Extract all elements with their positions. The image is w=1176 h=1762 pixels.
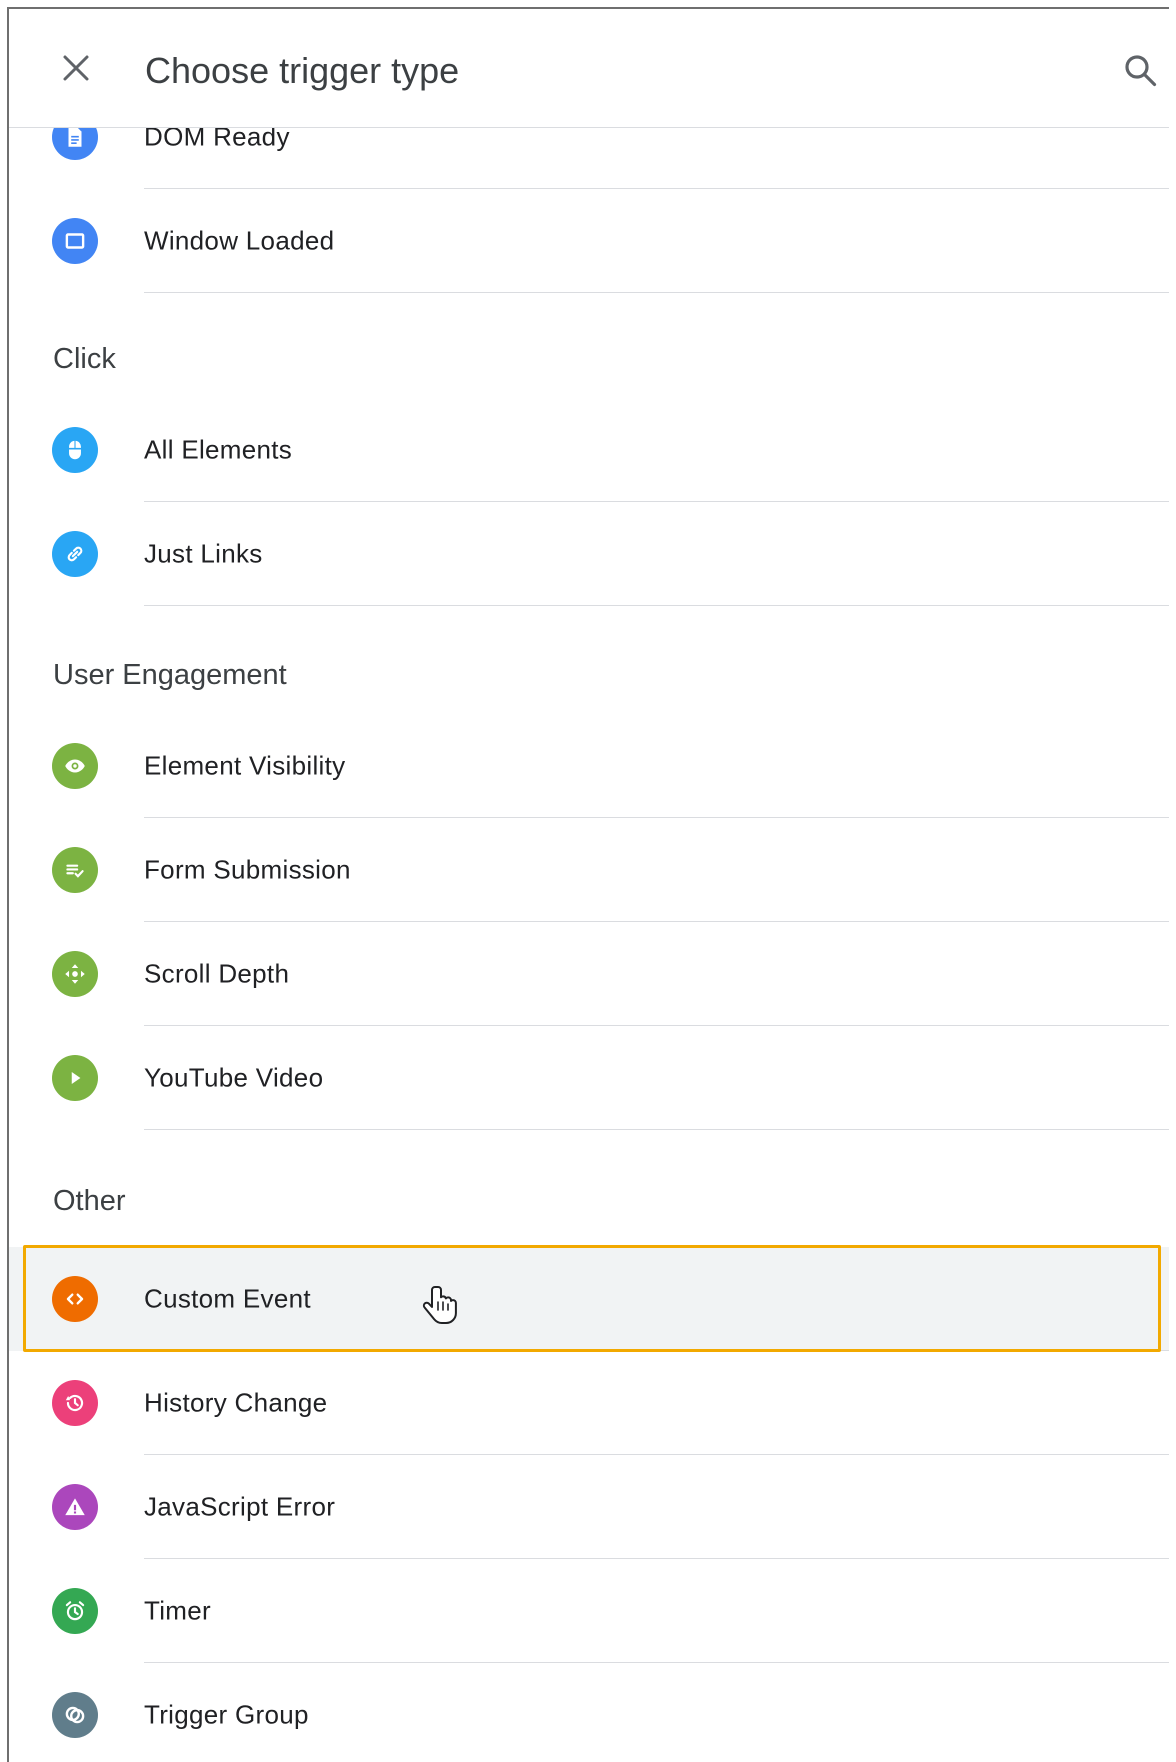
trigger-item-trigger-group[interactable]: Trigger Group [9,1663,1169,1762]
window-icon [52,218,98,264]
divider [144,292,1169,293]
group-circles-icon [52,1692,98,1738]
code-brackets-icon [52,1276,98,1322]
trigger-item-label: Window Loaded [144,225,335,256]
hand-pointer-cursor-icon [422,1286,457,1324]
trigger-item-label: Scroll Depth [144,958,290,989]
search-button[interactable] [1119,49,1163,93]
form-check-icon [52,847,98,893]
play-icon [52,1055,98,1101]
trigger-item-window-loaded[interactable]: Window Loaded [9,189,1169,293]
close-button[interactable] [49,41,103,95]
section-heading-click: Click [53,343,116,375]
trigger-item-history-change[interactable]: History Change [9,1351,1169,1455]
trigger-item-label: YouTube Video [144,1062,324,1093]
link-icon [52,531,98,577]
dialog-header: Choose trigger type [9,9,1169,128]
alarm-clock-icon [52,1588,98,1634]
eye-icon [52,743,98,789]
trigger-item-label: Timer [144,1595,211,1626]
mouse-icon [52,427,98,473]
trigger-item-label: History Change [144,1387,328,1418]
close-icon [63,55,89,81]
page-title: Choose trigger type [145,50,460,91]
move-arrows-icon [52,951,98,997]
trigger-item-element-visibility[interactable]: Element Visibility [9,714,1169,818]
divider [144,1129,1169,1130]
trigger-item-custom-event[interactable]: Custom Event [9,1247,1169,1351]
trigger-item-youtube-video[interactable]: YouTube Video [9,1026,1169,1130]
divider [144,605,1169,606]
search-icon [1125,55,1157,87]
section-heading-other: Other [53,1185,126,1217]
section-heading-user-engagement: User Engagement [53,659,287,691]
trigger-item-timer[interactable]: Timer [9,1559,1169,1663]
trigger-item-label: All Elements [144,434,293,465]
trigger-item-all-elements[interactable]: All Elements [9,398,1169,502]
trigger-item-just-links[interactable]: Just Links [9,502,1169,606]
trigger-item-label: Custom Event [144,1283,311,1314]
trigger-type-panel: DOM Ready Window Loaded Click All Elemen… [7,7,1169,1762]
trigger-item-javascript-error[interactable]: JavaScript Error [9,1455,1169,1559]
trigger-item-form-submission[interactable]: Form Submission [9,818,1169,922]
history-icon [52,1380,98,1426]
trigger-item-label: Just Links [144,538,263,569]
trigger-item-label: Trigger Group [144,1699,309,1730]
warning-icon [52,1484,98,1530]
trigger-item-label: Element Visibility [144,750,346,781]
trigger-item-label: Form Submission [144,854,351,885]
trigger-item-label: JavaScript Error [144,1491,336,1522]
trigger-item-scroll-depth[interactable]: Scroll Depth [9,922,1169,1026]
